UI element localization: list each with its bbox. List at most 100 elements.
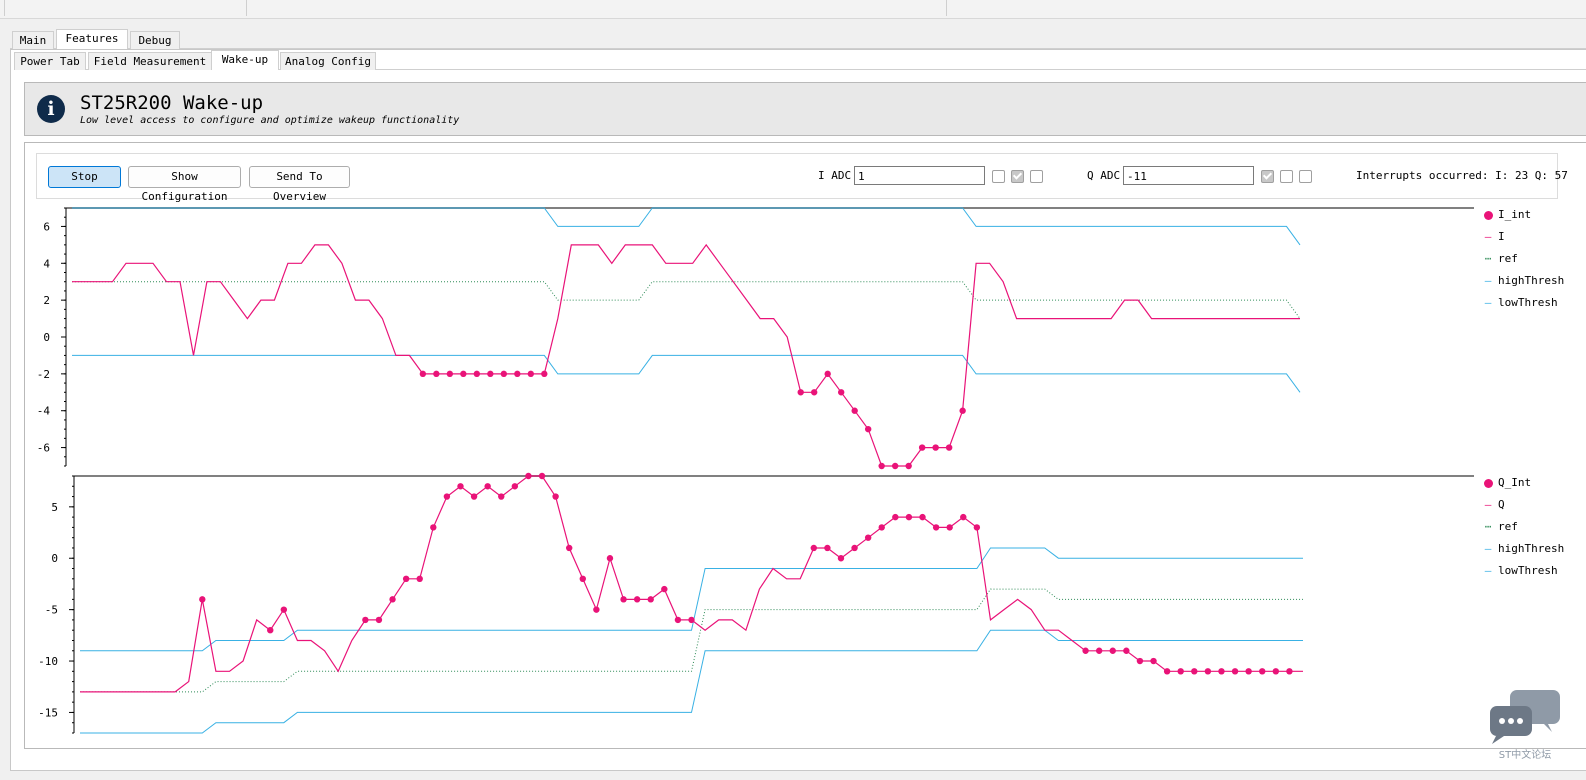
legend-swatch: ⋯: [1484, 520, 1492, 533]
q-interrupt-point: [1136, 657, 1144, 665]
legend-swatch: –: [1484, 274, 1492, 287]
q-interrupt-point: [552, 493, 559, 500]
q-interrupt-point: [199, 596, 206, 603]
i-interrupt-point: [905, 462, 912, 470]
q-interrupt-point: [1163, 668, 1171, 675]
q-interrupt-point: [688, 616, 695, 624]
i-interrupt-point: [837, 389, 845, 396]
legend-item-ref: ⋯ ref: [1482, 248, 1518, 270]
q-interrupt-point: [1082, 647, 1089, 654]
legend-swatch: –: [1484, 542, 1492, 555]
legend-item-highthresh: – highThresh: [1482, 538, 1565, 560]
q-interrupt-point: [824, 544, 831, 552]
i-interrupt-point: [541, 370, 548, 378]
legend-swatch: –: [1484, 296, 1492, 309]
q-interrupt-point: [525, 472, 532, 480]
q-y-tick-label: 5: [51, 501, 58, 514]
watermark-text: ST中文论坛: [1499, 748, 1551, 761]
i-interrupt-point: [878, 462, 885, 470]
legend-swatch: –: [1484, 230, 1492, 243]
q-interrupt-point: [1272, 668, 1280, 675]
legend-item-q: – Q: [1482, 494, 1505, 516]
i-y-tick-label: -6: [37, 442, 50, 455]
i-interrupt-point: [864, 425, 872, 433]
q-interrupt-point: [932, 524, 940, 531]
i-interrupt-point: [487, 370, 494, 378]
q-interrupt-point: [946, 524, 953, 531]
i-interrupt-point: [945, 444, 953, 451]
i-interrupt-point: [473, 370, 481, 378]
q-interrupt-point: [892, 513, 899, 521]
q-signal-series: [80, 475, 1303, 693]
legend-item-lowthresh: – lowThresh: [1482, 560, 1558, 582]
q-interrupt-point: [457, 483, 464, 490]
q-interrupt-point: [960, 513, 967, 521]
legend-swatch: [1482, 204, 1494, 226]
legend-swatch: [1482, 472, 1494, 494]
q-interrupt-point: [430, 524, 437, 531]
legend-label: I: [1498, 230, 1505, 243]
i-interrupt-point: [500, 370, 508, 378]
i-interrupt-point: [433, 370, 440, 378]
i-interrupt-point: [932, 444, 939, 451]
q-interrupt-point: [864, 534, 872, 541]
q-interrupt-point: [511, 483, 519, 490]
q-interrupt-point: [905, 513, 913, 521]
q-interrupt-point: [1191, 668, 1198, 675]
i-highthresh-series: [72, 207, 1301, 246]
legend-label: highThresh: [1498, 542, 1565, 555]
legend-label: ref: [1498, 252, 1518, 265]
q-interrupt-point: [416, 575, 423, 582]
q-interrupt-point: [579, 575, 586, 582]
q-interrupt-point: [1286, 668, 1293, 675]
q-interrupt-point: [973, 524, 981, 531]
legend-label: Q_Int: [1498, 476, 1532, 489]
q-interrupt-point: [484, 483, 491, 490]
i-y-tick-label: 6: [43, 220, 50, 233]
legend-label: lowThresh: [1498, 564, 1558, 577]
q-y-tick-label: -10: [38, 655, 58, 668]
q-interrupt-point: [674, 616, 682, 624]
forum-watermark-logo: ST中文论坛: [1490, 690, 1560, 761]
q-interrupt-point: [1095, 647, 1103, 654]
i-interrupt-point: [891, 462, 899, 470]
q-interrupt-point: [1231, 668, 1239, 675]
q-interrupt-point: [375, 616, 383, 624]
q-interrupt-point: [538, 472, 546, 480]
q-interrupt-point: [1204, 668, 1212, 675]
q-interrupt-point: [851, 544, 858, 552]
i-interrupt-point: [824, 370, 831, 378]
q-interrupt-point: [837, 555, 845, 562]
legend-item-ref: ⋯ ref: [1482, 516, 1518, 538]
legend-swatch: –: [1484, 564, 1492, 577]
i-interrupt-point: [918, 444, 926, 451]
i-interrupt-point: [419, 370, 427, 378]
q-interrupt-point: [1177, 668, 1184, 675]
q-interrupt-point: [1150, 657, 1157, 665]
q-interrupt-point: [606, 555, 614, 562]
q-interrupt-point: [878, 524, 885, 531]
legend-label: highThresh: [1498, 274, 1565, 287]
i-interrupt-point: [810, 389, 818, 396]
q-y-tick-label: -15: [38, 706, 58, 719]
i-interrupt-point: [460, 370, 467, 378]
q-interrupt-point: [362, 616, 369, 624]
legend-item-highthresh: – highThresh: [1482, 270, 1565, 292]
i-interrupt-point: [527, 370, 535, 378]
i-lowthresh-series: [72, 354, 1301, 393]
q-interrupt-point: [1259, 668, 1266, 675]
legend-item-q_int: Q_Int: [1482, 472, 1531, 494]
q-y-tick-label: 0: [51, 552, 58, 565]
q-interrupt-point: [1218, 668, 1225, 675]
q-interrupt-point: [1109, 647, 1116, 654]
i-y-tick-label: -4: [37, 405, 51, 418]
wakeup-charts: 6 4 2 0 -2 -4 -6 5 0 -5 -10 -15: [37, 207, 1474, 734]
q-interrupt-point: [1123, 647, 1130, 654]
q-interrupt-point: [810, 544, 817, 552]
i-y-tick-label: 0: [43, 331, 50, 344]
legend-item-i: – I: [1482, 226, 1505, 248]
q-interrupt-point: [470, 493, 478, 500]
legend-swatch: ⋯: [1484, 252, 1492, 265]
q-interrupt-point: [661, 585, 668, 593]
i-y-tick-label: -2: [37, 368, 50, 381]
